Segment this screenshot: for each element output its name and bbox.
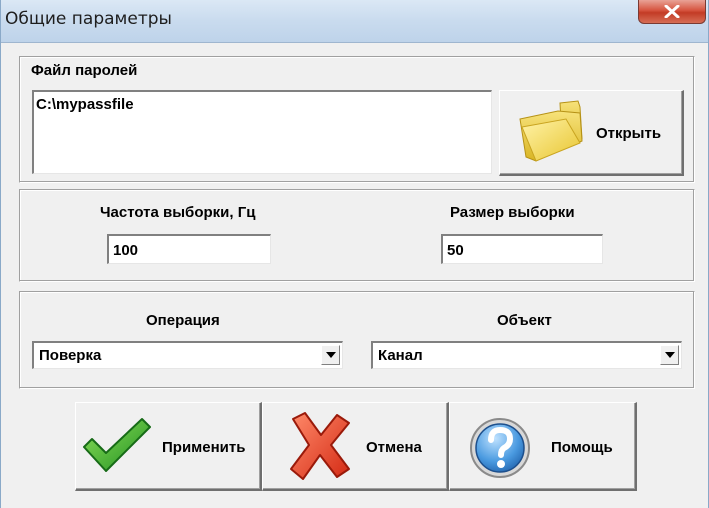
red-x-icon [290, 412, 350, 480]
dialog-window: Общие параметры Файл паролей C:\mypassfi… [0, 0, 709, 508]
window-title: Общие параметры [5, 9, 172, 29]
open-button[interactable]: Открыть [499, 90, 684, 176]
operation-dropdown-button[interactable] [321, 345, 340, 365]
cancel-button[interactable]: Отмена [262, 402, 449, 491]
chevron-down-icon [326, 352, 336, 358]
password-file-input[interactable]: C:\mypassfile [32, 90, 492, 174]
chevron-down-icon [665, 352, 675, 358]
cancel-button-label: Отмена [366, 439, 422, 456]
password-file-label: Файл паролей [31, 62, 138, 79]
operation-select[interactable]: Поверка [32, 341, 343, 369]
help-button[interactable]: Помощь [449, 402, 637, 491]
question-mark-icon [470, 418, 530, 478]
sample-size-input[interactable]: 50 [441, 234, 603, 264]
operation-label: Операция [146, 312, 220, 329]
apply-button-label: Применить [162, 439, 246, 456]
folder-icon [519, 100, 583, 162]
object-dropdown-button[interactable] [660, 345, 679, 365]
close-button[interactable] [638, 0, 706, 24]
checkmark-icon [83, 418, 151, 472]
close-icon [664, 5, 680, 18]
object-selected-value: Канал [378, 347, 423, 364]
sample-size-label: Размер выборки [450, 204, 575, 221]
sampling-frequency-label: Частота выборки, Гц [100, 204, 256, 221]
title-bar[interactable]: Общие параметры [1, 0, 708, 43]
object-select[interactable]: Канал [371, 341, 682, 369]
help-button-label: Помощь [551, 439, 613, 456]
object-label: Объект [497, 312, 552, 329]
open-button-label: Открыть [596, 125, 662, 142]
sampling-frequency-input[interactable]: 100 [107, 234, 271, 264]
operation-selected-value: Поверка [39, 347, 102, 364]
apply-button[interactable]: Применить [75, 402, 262, 491]
operation-object-group [19, 291, 695, 389]
